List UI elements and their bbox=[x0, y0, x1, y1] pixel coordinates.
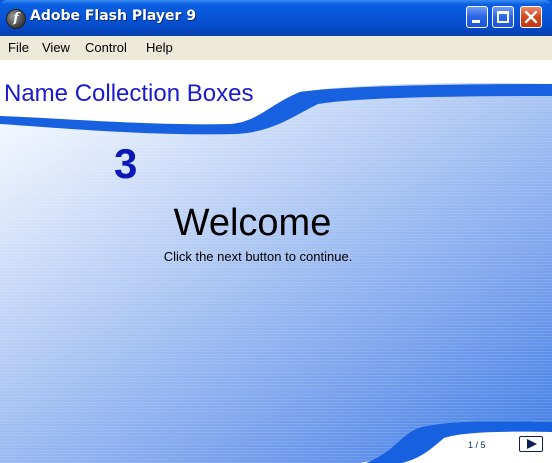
title-bar[interactable]: f Adobe Flash Player 9 bbox=[0, 0, 552, 36]
slide-title: Name Collection Boxes bbox=[4, 80, 254, 107]
page-counter: 1 / 5 bbox=[468, 440, 486, 450]
flash-player-window: f Adobe Flash Player 9 File View Control… bbox=[0, 0, 552, 463]
menu-bar: File View Control Help bbox=[0, 36, 552, 60]
close-button[interactable] bbox=[520, 6, 542, 28]
minimize-icon bbox=[472, 20, 480, 23]
minimize-button[interactable] bbox=[466, 6, 488, 28]
menu-file[interactable]: File bbox=[8, 40, 29, 55]
play-next-icon bbox=[527, 439, 537, 449]
slide-number: 3 bbox=[114, 140, 138, 187]
next-button[interactable] bbox=[519, 436, 543, 452]
flash-stage: Name Collection Boxes 3 Welcome Click th… bbox=[0, 60, 552, 463]
close-icon bbox=[524, 10, 538, 24]
menu-control[interactable]: Control bbox=[85, 40, 127, 55]
welcome-heading: Welcome bbox=[173, 202, 332, 244]
maximize-button[interactable] bbox=[492, 6, 514, 28]
maximize-icon bbox=[497, 11, 509, 23]
window-title: Adobe Flash Player 9 bbox=[30, 8, 197, 24]
flash-player-icon[interactable]: f bbox=[6, 9, 26, 29]
instruction-text: Click the next button to continue. bbox=[163, 249, 353, 264]
menu-help[interactable]: Help bbox=[146, 40, 173, 55]
menu-view[interactable]: View bbox=[42, 40, 70, 55]
